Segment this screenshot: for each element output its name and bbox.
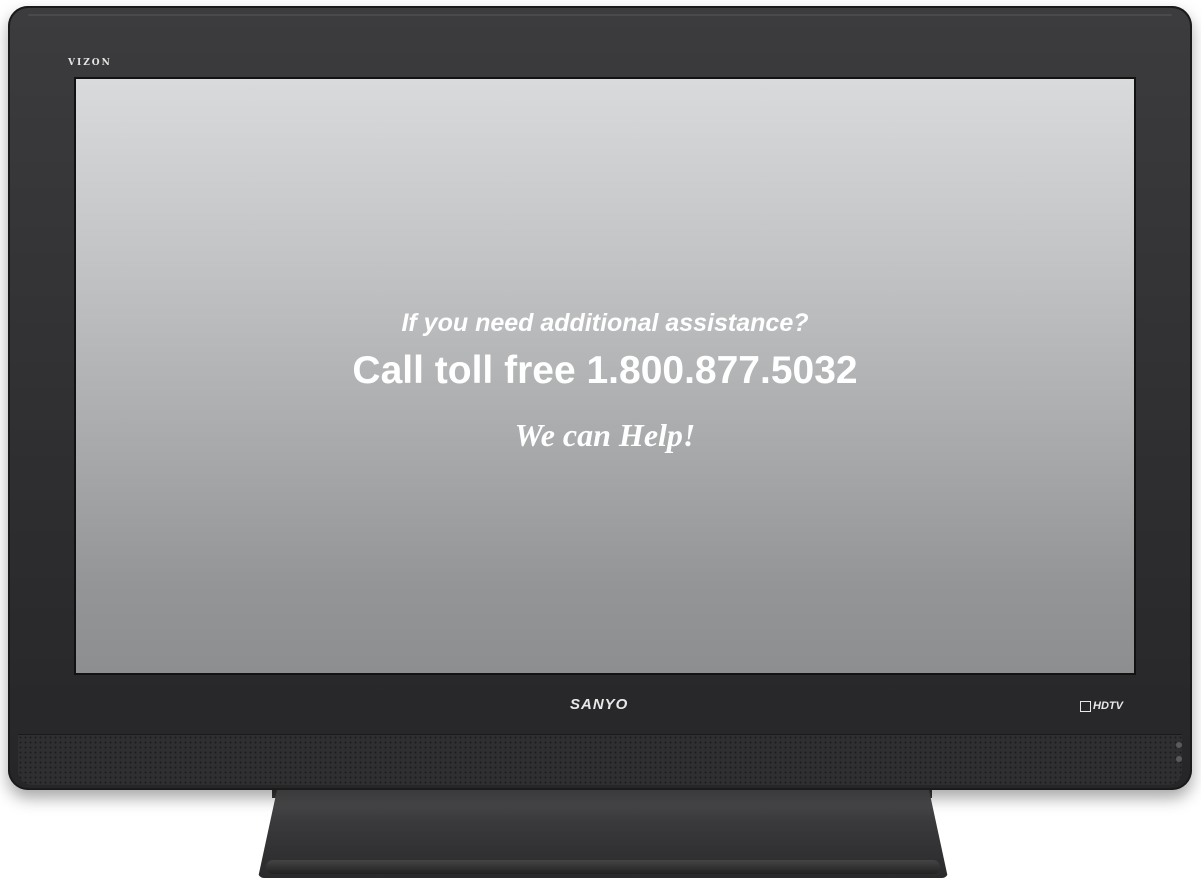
speaker-grille	[18, 734, 1182, 785]
hdtv-box-icon	[1080, 700, 1091, 712]
hdtv-label: HDTV	[1093, 700, 1123, 712]
we-can-help: We can Help!	[514, 417, 696, 453]
bezel-top-edge	[28, 14, 1172, 16]
assistance-question: If you need additional assistance?	[401, 309, 809, 337]
sanyo-logo: SANYO	[570, 696, 629, 713]
power-indicator-icon	[1176, 742, 1182, 748]
toll-free-number: Call toll free 1.800.877.5032	[352, 349, 858, 392]
tv-screen: If you need additional assistance? Call …	[74, 77, 1136, 675]
vizon-logo: VIZON	[68, 58, 112, 68]
sensor-indicator-icon	[1176, 756, 1182, 762]
tv-stand	[258, 782, 948, 878]
hdtv-badge: HDTV	[1080, 699, 1123, 713]
